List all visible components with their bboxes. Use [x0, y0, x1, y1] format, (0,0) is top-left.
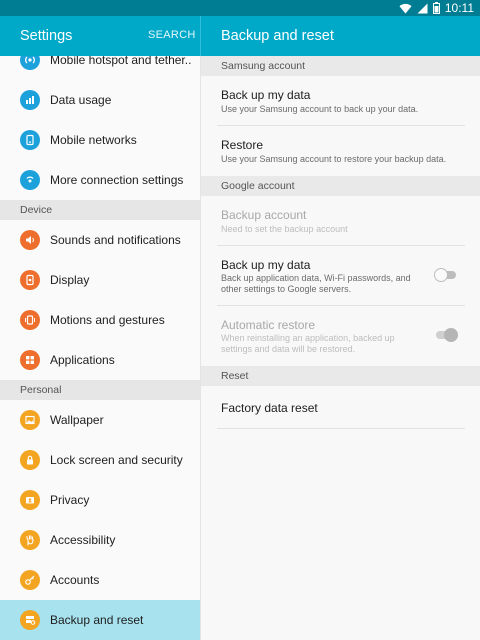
sidebar-item-label: Sounds and notifications	[50, 233, 181, 247]
accounts-icon	[20, 570, 40, 590]
sidebar-item-mobile-hotspot[interactable]: Mobile hotspot and tether..	[0, 56, 200, 80]
sidebar-item-label: More connection settings	[50, 173, 184, 187]
status-icons: 10:11	[399, 1, 474, 15]
automatic-restore: Automatic restore When reinstalling an a…	[201, 306, 480, 366]
section-label: Samsung account	[221, 60, 306, 72]
sidebar-item-more-connection-settings[interactable]: More connection settings	[0, 160, 200, 200]
sidebar-item-data-usage[interactable]: Data usage	[0, 80, 200, 120]
accessibility-icon	[20, 530, 40, 550]
backup-my-data-toggle[interactable]	[434, 268, 458, 282]
row-divider	[217, 428, 465, 429]
sidebar-item-label: Accounts	[50, 573, 100, 587]
section-header-reset: Reset	[201, 366, 480, 386]
toggle-knob	[434, 268, 448, 282]
item-title: Restore	[221, 138, 264, 152]
section-label: Device	[20, 204, 53, 216]
sidebar-item-accessibility[interactable]: Accessibility	[0, 520, 200, 560]
automatic-restore-toggle	[434, 328, 458, 342]
sidebar-item-label: Applications	[50, 353, 115, 367]
item-subtitle: When reinstalling an application, backed…	[221, 333, 395, 354]
sidebar-item-label: Mobile hotspot and tether..	[50, 56, 192, 67]
section-label: Personal	[20, 384, 62, 396]
sidebar-item-motions-and-gestures[interactable]: Motions and gestures	[0, 300, 200, 340]
status-bar: 10:11	[0, 0, 480, 16]
sidebar-item-privacy[interactable]: Privacy	[0, 480, 200, 520]
sidebar-item-mobile-networks[interactable]: Mobile networks	[0, 120, 200, 160]
item-title: Backup account	[221, 208, 307, 222]
display-icon	[20, 270, 40, 290]
sidebar-item-label: Wallpaper	[50, 413, 104, 427]
sidebar-item-accounts[interactable]: Accounts	[0, 560, 200, 600]
section-header-google-account: Google account	[201, 176, 480, 196]
section-header-samsung-account: Samsung account	[201, 56, 480, 76]
section-header-device: Device	[0, 200, 200, 220]
toggle-knob	[444, 328, 458, 342]
mobile-networks-icon	[20, 130, 40, 150]
settings-title: Settings	[20, 28, 73, 44]
backup-reset-panel: Samsung account Back up my data Use your…	[201, 56, 480, 640]
factory-data-reset[interactable]: Factory data reset	[201, 386, 480, 428]
wifi-icon	[399, 3, 412, 14]
settings-list[interactable]: Mobile hotspot and tether.. Data usage M…	[0, 56, 200, 640]
backup-icon	[20, 610, 40, 630]
item-title: Back up my data	[221, 88, 311, 102]
status-time: 10:11	[444, 1, 474, 15]
google-backup-my-data[interactable]: Back up my data Back up application data…	[201, 246, 480, 306]
wallpaper-icon	[20, 410, 40, 430]
app-bar-divider	[200, 16, 201, 56]
sidebar-item-label: Data usage	[50, 93, 112, 107]
sidebar-item-label: Display	[50, 273, 90, 287]
sidebar-item-lock-screen-and-security[interactable]: Lock screen and security	[0, 440, 200, 480]
sidebar-item-label: Lock screen and security	[50, 453, 183, 467]
section-label: Google account	[221, 180, 295, 192]
sidebar-item-label: Backup and reset	[50, 613, 144, 627]
applications-icon	[20, 350, 40, 370]
section-header-personal: Personal	[0, 380, 200, 400]
sidebar-item-wallpaper[interactable]: Wallpaper	[0, 400, 200, 440]
sidebar-item-label: Motions and gestures	[50, 313, 165, 327]
sidebar-item-display[interactable]: Display	[0, 260, 200, 300]
app-bar: Settings SEARCH Backup and reset	[0, 16, 480, 56]
signal-icon	[417, 3, 428, 13]
item-subtitle: Need to set the backup account	[221, 224, 348, 234]
hotspot-icon	[20, 56, 40, 70]
sidebar-item-label: Privacy	[50, 493, 90, 507]
samsung-backup-my-data[interactable]: Back up my data Use your Samsung account…	[201, 76, 480, 126]
sound-icon	[20, 230, 40, 250]
item-title: Back up my data	[221, 258, 311, 272]
more-connections-icon	[20, 170, 40, 190]
privacy-icon	[20, 490, 40, 510]
battery-icon	[432, 2, 440, 14]
item-subtitle: Use your Samsung account to back up your…	[221, 104, 419, 114]
item-title: Factory data reset	[221, 401, 318, 415]
data-usage-icon	[20, 90, 40, 110]
item-subtitle: Back up application data, Wi-Fi password…	[221, 273, 411, 294]
item-title: Automatic restore	[221, 318, 316, 332]
sidebar-item-applications[interactable]: Applications	[0, 340, 200, 380]
sidebar-item-sounds-and-notifications[interactable]: Sounds and notifications	[0, 220, 200, 260]
sidebar-item-backup-and-reset[interactable]: Backup and reset	[0, 600, 200, 640]
search-button[interactable]: SEARCH	[148, 29, 196, 41]
sidebar-item-label: Mobile networks	[50, 133, 137, 147]
sidebar-item-label: Accessibility	[50, 533, 116, 547]
item-subtitle: Use your Samsung account to restore your…	[221, 154, 447, 164]
page-title: Backup and reset	[221, 28, 334, 44]
samsung-restore[interactable]: Restore Use your Samsung account to rest…	[201, 126, 480, 176]
section-label: Reset	[221, 370, 249, 382]
motion-icon	[20, 310, 40, 330]
lock-icon	[20, 450, 40, 470]
google-backup-account: Backup account Need to set the backup ac…	[201, 196, 480, 246]
